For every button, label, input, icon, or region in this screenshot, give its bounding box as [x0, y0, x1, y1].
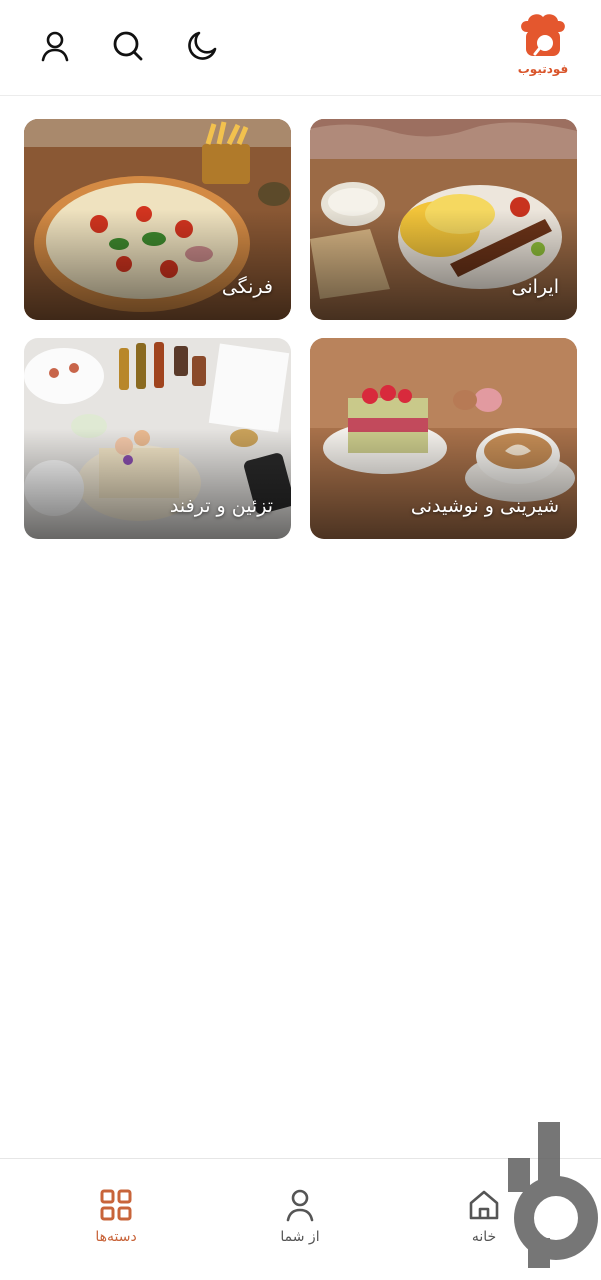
logo-text: فودتیوب: [517, 62, 569, 76]
grid-icon: [96, 1185, 136, 1225]
search-icon[interactable]: [108, 26, 148, 66]
app-logo[interactable]: فودتیوب: [513, 12, 573, 82]
category-card-desserts-drinks[interactable]: شیرینی و نوشیدنی: [310, 338, 577, 539]
nav-label: از شما: [280, 1229, 320, 1245]
person-icon: [280, 1185, 320, 1225]
top-app-bar: فودتیوب: [0, 0, 601, 96]
category-card-western[interactable]: فرنگی: [24, 119, 291, 320]
category-label: تزئین و ترفند: [169, 495, 273, 517]
nav-item-from-you[interactable]: از شما: [240, 1185, 360, 1255]
nav-label: دسته‌ها: [95, 1229, 137, 1245]
category-card-iranian[interactable]: ایرانی: [310, 119, 577, 320]
category-label: ایرانی: [511, 276, 559, 298]
moon-icon[interactable]: [182, 26, 222, 66]
profile-icon[interactable]: [35, 26, 75, 66]
nav-item-categories[interactable]: دسته‌ها: [56, 1185, 176, 1255]
bazaar-watermark-icon: [508, 1122, 598, 1268]
category-card-decoration-tips[interactable]: تزئین و ترفند: [24, 338, 291, 539]
category-label: شیرینی و نوشیدنی: [410, 495, 559, 517]
category-label: فرنگی: [221, 276, 273, 298]
